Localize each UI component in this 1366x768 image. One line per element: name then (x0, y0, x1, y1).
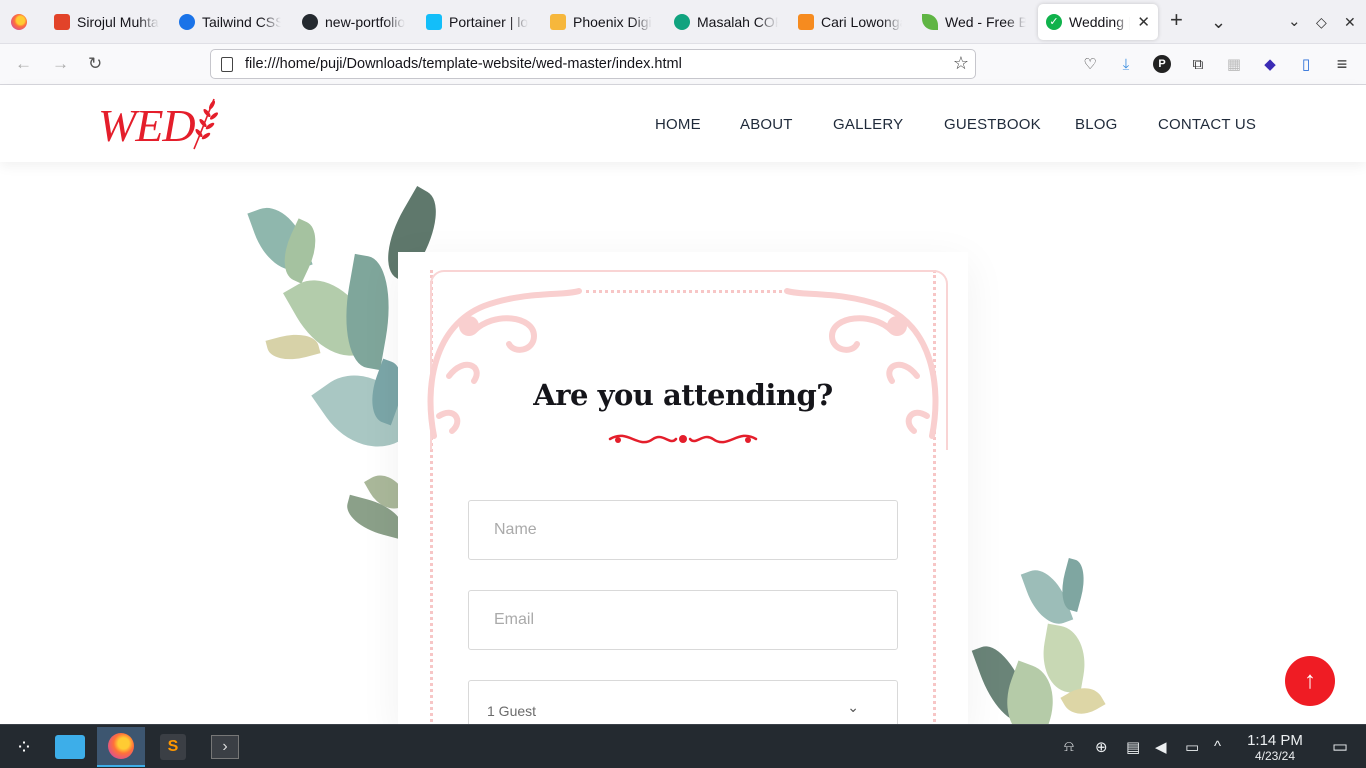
guest-count-select[interactable]: 1 Guest ⌄ (468, 680, 898, 724)
arrow-up-icon: ↑ (1304, 667, 1316, 694)
site-header: WED HOME ABOUT GALLERY GUESTBOOK BLOG CO… (0, 85, 1366, 162)
terminal-icon[interactable]: › (201, 727, 249, 767)
clock-date: 4/23/24 (1254, 749, 1296, 763)
tab-github[interactable]: new-portfolio (294, 4, 414, 40)
sublime-text-icon[interactable]: S (149, 727, 197, 767)
network-icon[interactable]: ▭ (1185, 738, 1199, 756)
nav-gallery[interactable]: GALLERY (833, 116, 903, 133)
nav-blog[interactable]: BLOG (1075, 116, 1117, 133)
app-launcher-icon[interactable]: ⁘ (0, 727, 48, 767)
file-manager-icon[interactable] (46, 727, 94, 767)
extension-layers-icon[interactable]: ◆ (1261, 55, 1279, 73)
extension-grid-icon[interactable]: ▦ (1225, 55, 1243, 73)
firefox-taskbar-icon[interactable] (97, 727, 145, 767)
gitlab-icon (54, 14, 70, 30)
corner-ornament-left (427, 288, 582, 439)
pocket-icon[interactable]: ♡ (1081, 55, 1099, 73)
app-menu-icon[interactable]: ≡ (1333, 54, 1351, 74)
reload-icon[interactable]: ↻ (88, 54, 102, 74)
downloads-icon[interactable]: ⤓ (1117, 55, 1135, 73)
clipboard-icon[interactable]: ▤ (1126, 738, 1140, 756)
nav-guestbook[interactable]: GUESTBOOK (944, 116, 1041, 133)
os-taskbar: ⁘ S › ⍾ ⊕ ▤ ◀ ▭ ^ 1:14 PM 4/23/24 ▭ (0, 724, 1366, 768)
check-icon: ✓ (1046, 14, 1062, 30)
tab-portainer[interactable]: Portainer | lo (418, 4, 538, 40)
notifications-icon[interactable]: ⍾ (1064, 738, 1074, 755)
tab-wedding-active[interactable]: ✓ Wedding | ✕ (1038, 4, 1158, 40)
tab-jobs[interactable]: Cari Lowonga (790, 4, 910, 40)
rsvp-card: Are you attending? Name Email 1 Guest ⌄ (398, 252, 968, 724)
guest-count-value: 1 Guest (487, 703, 537, 719)
jobs-icon (798, 14, 814, 30)
show-desktop-icon[interactable]: ▭ (1332, 737, 1348, 757)
forward-icon[interactable]: → (52, 54, 69, 74)
rsvp-heading: Are you attending? (533, 378, 833, 412)
tab-tailwind[interactable]: Tailwind CSS (171, 4, 289, 40)
name-input[interactable]: Name (468, 500, 898, 560)
play-icon (179, 14, 195, 30)
phoenix-icon (550, 14, 566, 30)
minimize-chevron-icon[interactable]: ⌄ (1288, 12, 1301, 32)
volume-icon[interactable]: ◀ (1155, 738, 1167, 756)
portainer-icon (426, 14, 442, 30)
url-text: file:///home/puji/Downloads/template-web… (245, 56, 682, 72)
extension-p-icon[interactable]: P (1153, 55, 1171, 73)
new-tab-icon[interactable]: + (1170, 9, 1183, 31)
extensions-puzzle-icon[interactable]: ⧉ (1189, 55, 1207, 73)
firefox-view-icon[interactable] (11, 14, 27, 30)
extension-phone-icon[interactable]: ▯ (1297, 55, 1315, 73)
page-content: Are you attending? Name Email 1 Guest ⌄ (0, 162, 1366, 724)
scroll-to-top-button[interactable]: ↑ (1285, 656, 1335, 706)
page-icon (221, 57, 233, 72)
leaf-icon (922, 14, 938, 30)
openai-icon (674, 14, 690, 30)
tab-bar: Sirojul Muhta Tailwind CSS new-portfolio… (0, 0, 1366, 44)
url-bar[interactable]: file:///home/puji/Downloads/template-web… (210, 49, 976, 79)
clock-time: 1:14 PM (1247, 732, 1303, 749)
email-input[interactable]: Email (468, 590, 898, 650)
tab-phoenix[interactable]: Phoenix Digi (542, 4, 662, 40)
chevron-down-icon: ⌄ (847, 699, 859, 715)
update-icon[interactable]: ⊕ (1095, 738, 1108, 756)
github-icon (302, 14, 318, 30)
ornament-divider (608, 434, 758, 444)
tab-list-chevron-icon[interactable]: ⌄ (1211, 12, 1226, 32)
site-logo[interactable]: WED (98, 99, 196, 152)
tab-wed-free[interactable]: Wed - Free B (914, 4, 1034, 40)
nav-contact-us[interactable]: CONTACT US (1158, 116, 1256, 133)
nav-home[interactable]: HOME (655, 116, 701, 133)
nav-about[interactable]: ABOUT (740, 116, 793, 133)
card-frame-dots (586, 290, 782, 293)
corner-ornament-right (784, 288, 939, 439)
tab-openai[interactable]: Masalah COR (666, 4, 786, 40)
logo-leaf-icon (193, 98, 219, 150)
close-window-icon[interactable]: ✕ (1344, 12, 1356, 32)
restore-window-icon[interactable]: ◇ (1316, 12, 1327, 32)
bookmark-star-icon[interactable]: ☆ (953, 53, 969, 74)
clock[interactable]: 1:14 PM 4/23/24 (1240, 732, 1310, 764)
close-tab-icon[interactable]: ✕ (1137, 13, 1150, 31)
tab-gitlab[interactable]: Sirojul Muhta (46, 4, 168, 40)
back-icon[interactable]: ← (15, 54, 32, 74)
tray-expand-icon[interactable]: ^ (1214, 738, 1221, 755)
